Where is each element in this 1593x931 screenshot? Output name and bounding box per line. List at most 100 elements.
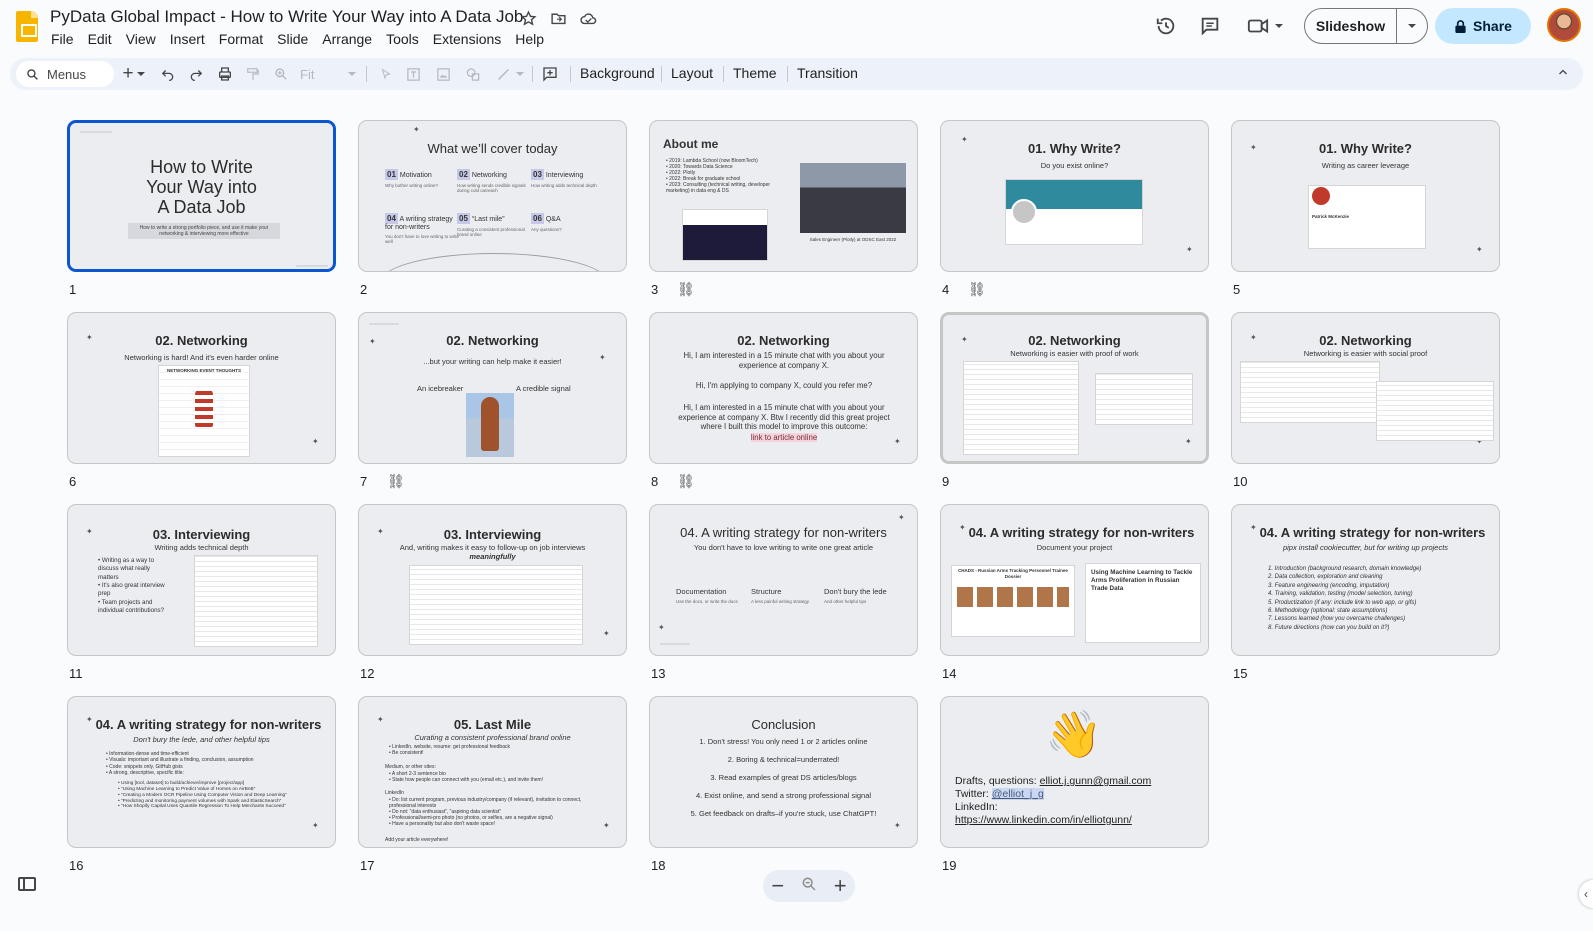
outline-item-text: Feature engineering (encoding, imputatio… [1274, 582, 1390, 589]
menu-help[interactable]: Help [508, 30, 551, 48]
undo-icon[interactable] [159, 63, 177, 85]
slide-1-title-line: A Data Job [157, 197, 246, 217]
slide-thumbnail-13[interactable]: ✦ ✦ 04. A writing strategy for non-write… [649, 504, 918, 656]
last-mile-bullets: LinkedIn, website, resume: get professio… [389, 744, 589, 756]
slide-thumbnail-16[interactable]: ✦ ✦ 04. A writing strategy for non-write… [67, 696, 336, 848]
poster-title: CHADS - Russian Arms Tracking Personnel … [958, 568, 1068, 579]
zoom-out-icon[interactable]: − [771, 875, 784, 897]
menu-file[interactable]: File [44, 30, 81, 48]
slide-thumbnail-10[interactable]: ✦ ✦ 02. Networking Networking is easier … [1231, 312, 1500, 464]
menu-search[interactable]: Menus [16, 61, 114, 87]
slide-number: 6 [69, 474, 77, 489]
team-photos [957, 587, 1069, 607]
slide-title: 02. Networking [1028, 333, 1121, 348]
conclusion-item: 4. Exist online, and send a strong profe… [695, 791, 872, 800]
slide-thumbnail-6[interactable]: ✦ ✦ 02. Networking Networking is hard! A… [67, 312, 336, 464]
agenda-desc: How writing sends credible signals durin… [457, 183, 526, 193]
agenda-number: 03 [531, 169, 544, 180]
coat-figure [481, 397, 499, 451]
meet-video-icon[interactable] [1246, 14, 1270, 38]
menu-view[interactable]: View [119, 30, 163, 48]
slide-thumbnail-18[interactable]: ✦ Conclusion 1. Don't stress! You only n… [649, 696, 918, 848]
menu-format[interactable]: Format [212, 30, 270, 48]
move-to-folder-icon[interactable] [548, 8, 568, 28]
slide-subtitle-emphasis: meaningfully [469, 552, 516, 561]
toggle-filmstrip-icon[interactable] [18, 877, 36, 891]
outline-item: 5. Productization (if any: include link … [1268, 599, 1417, 606]
slide-thumbnail-12[interactable]: ✦ ✦ 03. Interviewing And, writing makes … [358, 504, 627, 656]
slide-thumbnail-1[interactable]: How to Write Your Way into A Data Job Ho… [67, 120, 336, 272]
link-icon: ⛓ [968, 281, 986, 297]
decorative-arc [379, 253, 609, 271]
transition-button[interactable]: Transition [797, 65, 858, 81]
zoom-magnifier-icon[interactable] [801, 875, 817, 898]
sparkle-icon: ✦ [603, 629, 610, 638]
side-panel-toggle-icon[interactable]: ‹ [1579, 880, 1593, 908]
menu-slide[interactable]: Slide [270, 30, 315, 48]
slide-thumbnail-3[interactable]: About me 2019: Lambda School (now BloomT… [649, 120, 918, 272]
background-button[interactable]: Background [580, 65, 655, 81]
slide-thumbnail-11[interactable]: ✦ ✦ 03. Interviewing Writing adds techni… [67, 504, 336, 656]
slide-number: 3 [651, 282, 659, 297]
zoom-select-caret[interactable] [348, 63, 356, 85]
outline-item-text: Future directions (how can you build on … [1274, 624, 1390, 631]
print-icon[interactable] [215, 63, 235, 85]
slide-thumbnail-2[interactable]: ✦ What we’ll cover today 01 Motivation Wh… [358, 120, 627, 272]
line-type-caret[interactable] [516, 63, 524, 85]
slide-thumbnail-8[interactable]: ✦ 02. Networking Hi, I am interested in … [649, 312, 918, 464]
lock-icon [1455, 19, 1466, 33]
menu-tools[interactable]: Tools [379, 30, 426, 48]
slide-1-subtitle: How to write a strong portfolio piece, a… [128, 223, 280, 239]
collapse-toolbar-icon[interactable] [1557, 65, 1569, 83]
slide-thumbnail-19[interactable]: 👋 Drafts, questions: elliot.j.gunn@gmail… [940, 696, 1209, 848]
line-icon[interactable] [494, 63, 512, 85]
meet-dropdown-caret[interactable] [1275, 24, 1283, 28]
zoom-icon[interactable] [272, 63, 290, 85]
agenda-item: 06 Q&A Any questions? [531, 213, 601, 232]
menu-extensions[interactable]: Extensions [426, 30, 508, 48]
text-box-icon[interactable] [404, 63, 422, 85]
slide-thumbnail-5[interactable]: ✦ ✦ 01. Why Write? Writing as career lev… [1231, 120, 1500, 272]
post-screenshot [194, 555, 318, 647]
slide-1-title-line: Your Way into [146, 177, 257, 197]
shape-icon[interactable] [464, 63, 482, 85]
select-cursor-icon[interactable] [378, 63, 394, 85]
paint-format-icon[interactable] [244, 63, 262, 85]
cloud-saved-icon[interactable] [578, 8, 598, 28]
star-icon[interactable] [518, 8, 538, 28]
insert-image-icon[interactable] [434, 63, 452, 85]
version-history-icon[interactable] [1154, 14, 1178, 38]
slideshow-button[interactable]: Slideshow [1305, 9, 1397, 43]
layout-button[interactable]: Layout [671, 65, 713, 81]
account-avatar[interactable] [1547, 8, 1581, 42]
share-label: Share [1473, 18, 1512, 34]
add-comment-icon[interactable] [540, 63, 560, 85]
slide-title: Conclusion [751, 717, 816, 732]
sparkle-icon: ✦ [312, 437, 319, 446]
new-slide-layout-caret[interactable] [137, 63, 145, 85]
document-title[interactable]: PyData Global Impact - How to Write Your… [50, 7, 523, 27]
menu-insert[interactable]: Insert [163, 30, 212, 48]
slide-thumbnail-17[interactable]: ✦ ✦ 05. Last Mile Curating a consistent … [358, 696, 627, 848]
comments-icon[interactable] [1198, 14, 1222, 38]
slideshow-options-button[interactable] [1397, 9, 1427, 43]
slides-logo[interactable] [16, 11, 38, 42]
slide-thumbnail-7[interactable]: ✦ ✦ 02. Networking ...but your writing c… [358, 312, 627, 464]
slide-subtitle: Writing adds technical depth [154, 543, 249, 552]
contact-email-line: Drafts, questions: elliot.j.gunn@gmail.c… [955, 775, 1151, 788]
slide-thumbnail-9[interactable]: ✦ ✦ 02. Networking Networking is easier … [940, 312, 1209, 464]
slide-title: 02. Networking [446, 333, 539, 348]
menu-arrange[interactable]: Arrange [315, 30, 379, 48]
redo-icon[interactable] [187, 63, 205, 85]
slide-thumbnail-15[interactable]: ✦ 04. A writing strategy for non-writers… [1231, 504, 1500, 656]
share-button[interactable]: Share [1435, 8, 1531, 44]
zoom-in-icon[interactable]: + [834, 875, 847, 897]
slide-number: 12 [360, 666, 375, 681]
slide-title: 03. Interviewing [443, 527, 542, 542]
new-slide-plus-icon[interactable]: + [120, 63, 136, 85]
slide-thumbnail-14[interactable]: ✦ 04. A writing strategy for non-writers… [940, 504, 1209, 656]
slide-title: 02. Networking [1319, 333, 1412, 348]
menu-edit[interactable]: Edit [81, 30, 119, 48]
theme-button[interactable]: Theme [733, 65, 777, 81]
slide-thumbnail-4[interactable]: ✦ ✦ 01. Why Write? Do you exist online? [940, 120, 1209, 272]
